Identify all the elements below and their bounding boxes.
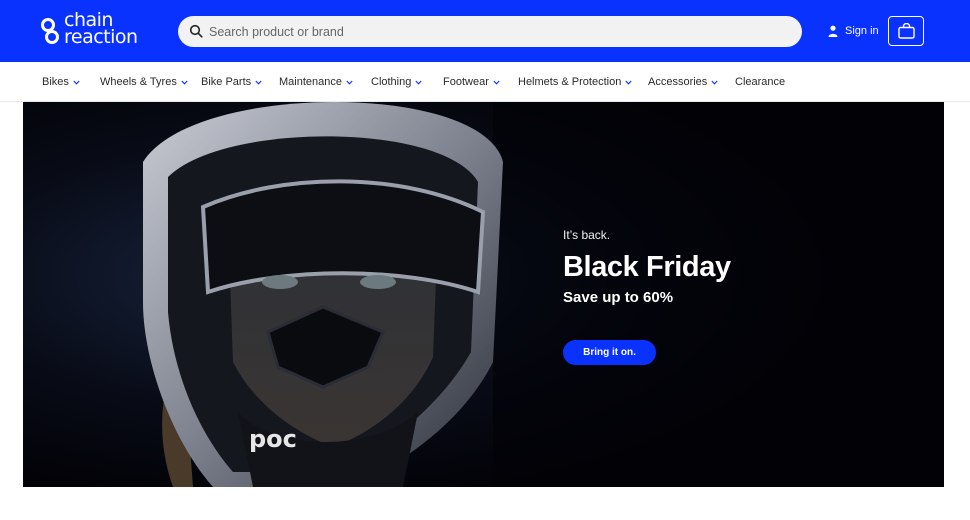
hero-title: Black Friday [563, 251, 731, 283]
nav-item-bike-parts[interactable]: Bike Parts [201, 62, 262, 102]
search-input[interactable] [209, 16, 789, 47]
hero-eyebrow: It’s back. [563, 228, 611, 242]
nav-item-footwear[interactable]: Footwear [443, 62, 500, 102]
user-icon [828, 25, 838, 37]
chevron-down-icon [493, 80, 500, 85]
nav-item-label: Bike Parts [201, 76, 252, 88]
poc-logo: poc [249, 425, 297, 453]
nav-item-clothing[interactable]: Clothing [371, 62, 422, 102]
nav-item-helmets-protection[interactable]: Helmets & Protection [518, 62, 632, 102]
chevron-down-icon [73, 80, 80, 85]
helmet-rider-image: poc [23, 102, 944, 487]
sign-in-link[interactable]: Sign in [828, 23, 879, 39]
chain-logo-icon [41, 18, 59, 44]
nav-item-label: Clothing [371, 76, 412, 88]
black-friday-hero-banner[interactable]: poc It’s back. Black Friday Save up to 6… [23, 102, 944, 487]
nav-item-label: Clearance [735, 76, 786, 88]
nav-item-label: Helmets & Protection [518, 76, 622, 88]
basket-button[interactable] [888, 16, 924, 46]
sign-in-label: Sign in [845, 25, 879, 37]
logo-line-2: reaction [64, 26, 138, 48]
nav-item-label: Accessories [648, 76, 708, 88]
category-nav: Bikes Wheels & Tyres Bike Parts Maintena… [0, 62, 970, 102]
chevron-down-icon [346, 80, 353, 85]
search-icon [189, 24, 203, 38]
hero-subtitle: Save up to 60% [563, 289, 674, 306]
chevron-down-icon [625, 80, 632, 85]
nav-item-bikes[interactable]: Bikes [42, 62, 80, 102]
hero-copy: It’s back. Black Friday Save up to 60% B… [563, 228, 731, 365]
bring-it-on-button[interactable]: Bring it on. [563, 340, 656, 365]
nav-item-maintenance[interactable]: Maintenance [279, 62, 353, 102]
nav-item-wheels-tyres[interactable]: Wheels & Tyres [100, 62, 188, 102]
nav-item-label: Bikes [42, 76, 69, 88]
nav-item-label: Wheels & Tyres [100, 76, 177, 88]
chevron-down-icon [711, 80, 718, 85]
chevron-down-icon [181, 80, 188, 85]
logo-wordmark: chain reaction [64, 11, 138, 48]
chain-reaction-logo[interactable]: chain reaction [40, 11, 160, 52]
nav-item-clearance[interactable]: Clearance [735, 62, 785, 102]
nav-item-accessories[interactable]: Accessories [648, 62, 718, 102]
nav-item-label: Maintenance [279, 76, 342, 88]
search-bar[interactable] [178, 16, 802, 47]
nav-item-label: Footwear [443, 76, 489, 88]
chevron-down-icon [415, 80, 422, 85]
shopping-bag-icon [897, 23, 915, 39]
chevron-down-icon [255, 80, 262, 85]
site-header: chain reaction Sign in [0, 0, 970, 62]
